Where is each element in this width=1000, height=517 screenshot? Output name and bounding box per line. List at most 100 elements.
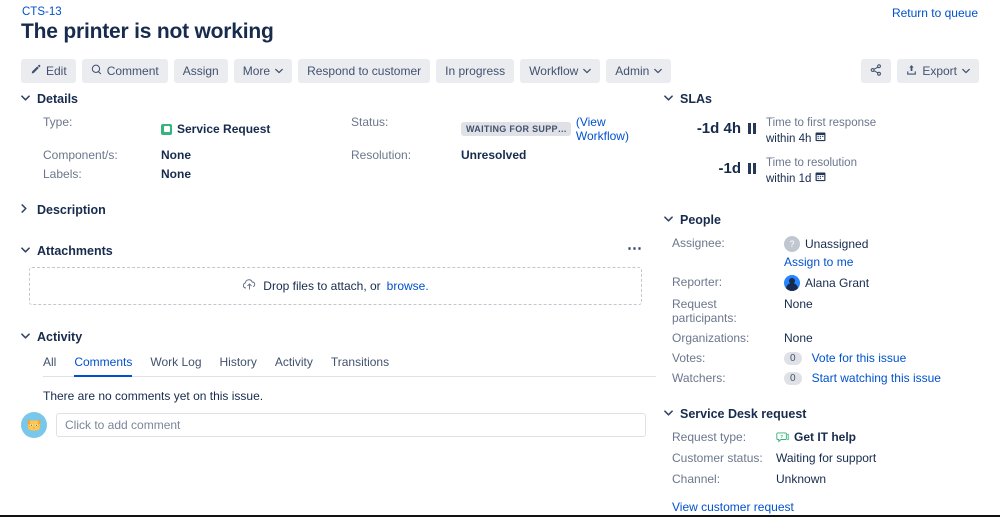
sidebar-column: SLAs -1d 4h Time to first response withi… — [664, 92, 984, 516]
assign-button-label: Assign — [183, 64, 219, 78]
tab-comments[interactable]: Comments — [74, 355, 132, 377]
resolution-label: Resolution: — [351, 148, 461, 162]
comment-composer — [21, 412, 646, 438]
browse-link[interactable]: browse. — [387, 279, 429, 293]
sla-target: within 4h — [766, 131, 876, 147]
issue-detail-page: CTS-13 Return to queue The printer is no… — [0, 0, 1000, 517]
attachments-section: Attachments ⋯ Drop files to attach, or b… — [21, 244, 651, 305]
sla-time-remaining: -1d 4h — [664, 120, 748, 137]
breadcrumb-issue-key[interactable]: CTS-13 — [22, 6, 62, 18]
assign-to-me-link[interactable]: Assign to me — [784, 255, 984, 269]
tab-all[interactable]: All — [43, 355, 56, 377]
more-button[interactable]: More — [234, 59, 292, 83]
type-label: Type: — [43, 115, 161, 143]
tab-activity[interactable]: Activity — [275, 355, 313, 377]
comment-input[interactable] — [56, 413, 646, 437]
details-section-header[interactable]: Details — [21, 92, 651, 106]
tab-work-log[interactable]: Work Log — [150, 355, 201, 377]
sla-name: Time to resolution — [766, 156, 857, 171]
workflow-button[interactable]: Workflow — [520, 59, 600, 83]
resolution-value: Unresolved — [461, 148, 661, 162]
sla-list: -1d 4h Time to first response within 4h — [664, 116, 984, 187]
assignee-name: Unassigned — [805, 237, 868, 251]
activity-section: Activity All Comments Work Log History A… — [21, 330, 651, 403]
pause-icon — [748, 163, 756, 174]
chevron-down-icon — [664, 409, 674, 419]
no-comments-message: There are no comments yet on this issue. — [43, 389, 651, 403]
activity-section-header[interactable]: Activity — [21, 330, 651, 344]
page-title: The printer is not working — [21, 20, 274, 44]
attachment-dropzone[interactable]: Drop files to attach, or browse. — [29, 267, 642, 305]
channel-value: Unknown — [776, 472, 984, 486]
people-heading: People — [680, 213, 721, 227]
comment-bubble-icon — [91, 64, 102, 78]
type-value-text: Service Request — [177, 122, 270, 136]
people-section-header[interactable]: People — [664, 213, 984, 227]
view-workflow-link[interactable]: (View Workflow) — [576, 115, 661, 143]
main-content-column: Details Type: Service Request Status: WA… — [21, 92, 651, 403]
share-icon — [870, 64, 882, 79]
organizations-value: None — [784, 331, 984, 345]
export-button-label: Export — [922, 64, 957, 78]
description-section: Description — [21, 203, 651, 217]
admin-button[interactable]: Admin — [606, 59, 671, 83]
sla-target-text: within 1d — [766, 172, 811, 187]
tab-transitions[interactable]: Transitions — [331, 355, 389, 377]
chevron-right-icon — [21, 204, 31, 216]
assignee-value: ? Unassigned — [784, 236, 984, 252]
slas-section-header[interactable]: SLAs — [664, 92, 984, 106]
chevron-down-icon — [21, 94, 31, 104]
respond-to-customer-button[interactable]: Respond to customer — [298, 59, 430, 83]
calendar-icon — [815, 171, 826, 187]
vote-for-issue-link[interactable]: Vote for this issue — [812, 351, 907, 365]
get-it-help-icon: ? — [776, 432, 789, 443]
in-progress-button[interactable]: In progress — [436, 59, 514, 83]
edit-button[interactable]: Edit — [21, 59, 76, 83]
chevron-down-icon — [21, 332, 31, 342]
attachments-section-header[interactable]: Attachments — [21, 244, 651, 258]
assignee-label: Assignee: — [672, 236, 784, 250]
labels-value: None — [161, 167, 351, 181]
pencil-icon — [30, 64, 41, 78]
sla-target: within 1d — [766, 171, 857, 187]
avatar[interactable] — [21, 412, 47, 438]
people-section: People Assignee: ? Unassigned Assign to … — [664, 213, 984, 385]
service-request-icon — [161, 124, 172, 135]
sla-target-text: within 4h — [766, 132, 811, 147]
details-heading: Details — [37, 92, 78, 106]
request-participants-label: Request participants: — [672, 297, 784, 325]
more-button-label: More — [243, 64, 270, 78]
comment-button[interactable]: Comment — [82, 59, 168, 83]
status-value: WAITING FOR SUPP… (View Workflow) — [461, 115, 661, 143]
reporter-avatar — [784, 275, 800, 291]
action-toolbar: Edit Comment Assign More Respond to cust… — [21, 59, 671, 83]
chevron-down-icon — [275, 66, 283, 76]
assign-button[interactable]: Assign — [174, 59, 228, 83]
attachments-heading: Attachments — [37, 244, 113, 258]
tab-history[interactable]: History — [220, 355, 257, 377]
people-fields: Assignee: ? Unassigned Assign to me Repo… — [672, 236, 984, 385]
chevron-down-icon — [664, 215, 674, 225]
start-watching-link[interactable]: Start watching this issue — [812, 371, 941, 385]
more-options-icon[interactable]: ⋯ — [627, 244, 643, 254]
sla-time-remaining: -1d — [664, 160, 748, 177]
edit-button-label: Edit — [46, 64, 67, 78]
request-participants-value: None — [784, 297, 984, 311]
description-section-header[interactable]: Description — [21, 203, 651, 217]
service-desk-heading: Service Desk request — [680, 407, 806, 421]
share-button[interactable] — [861, 59, 891, 83]
service-desk-request-section: Service Desk request Request type: ? Get… — [664, 407, 984, 516]
in-progress-label: In progress — [445, 64, 505, 78]
chevron-down-icon — [962, 66, 970, 76]
service-desk-section-header[interactable]: Service Desk request — [664, 407, 984, 421]
respond-to-customer-label: Respond to customer — [307, 64, 421, 78]
view-customer-request-link[interactable]: View customer request — [672, 500, 794, 514]
components-label: Component/s: — [43, 148, 161, 162]
service-desk-fields: Request type: ? Get IT help Customer sta… — [672, 430, 984, 486]
export-button[interactable]: Export — [897, 59, 979, 83]
return-to-queue-link[interactable]: Return to queue — [892, 6, 978, 20]
sla-item: -1d Time to resolution within 1d — [664, 156, 984, 187]
customer-status-value: Waiting for support — [776, 451, 984, 465]
request-type-label: Request type: — [672, 430, 776, 444]
watchers-value: 0 Start watching this issue — [784, 371, 984, 385]
